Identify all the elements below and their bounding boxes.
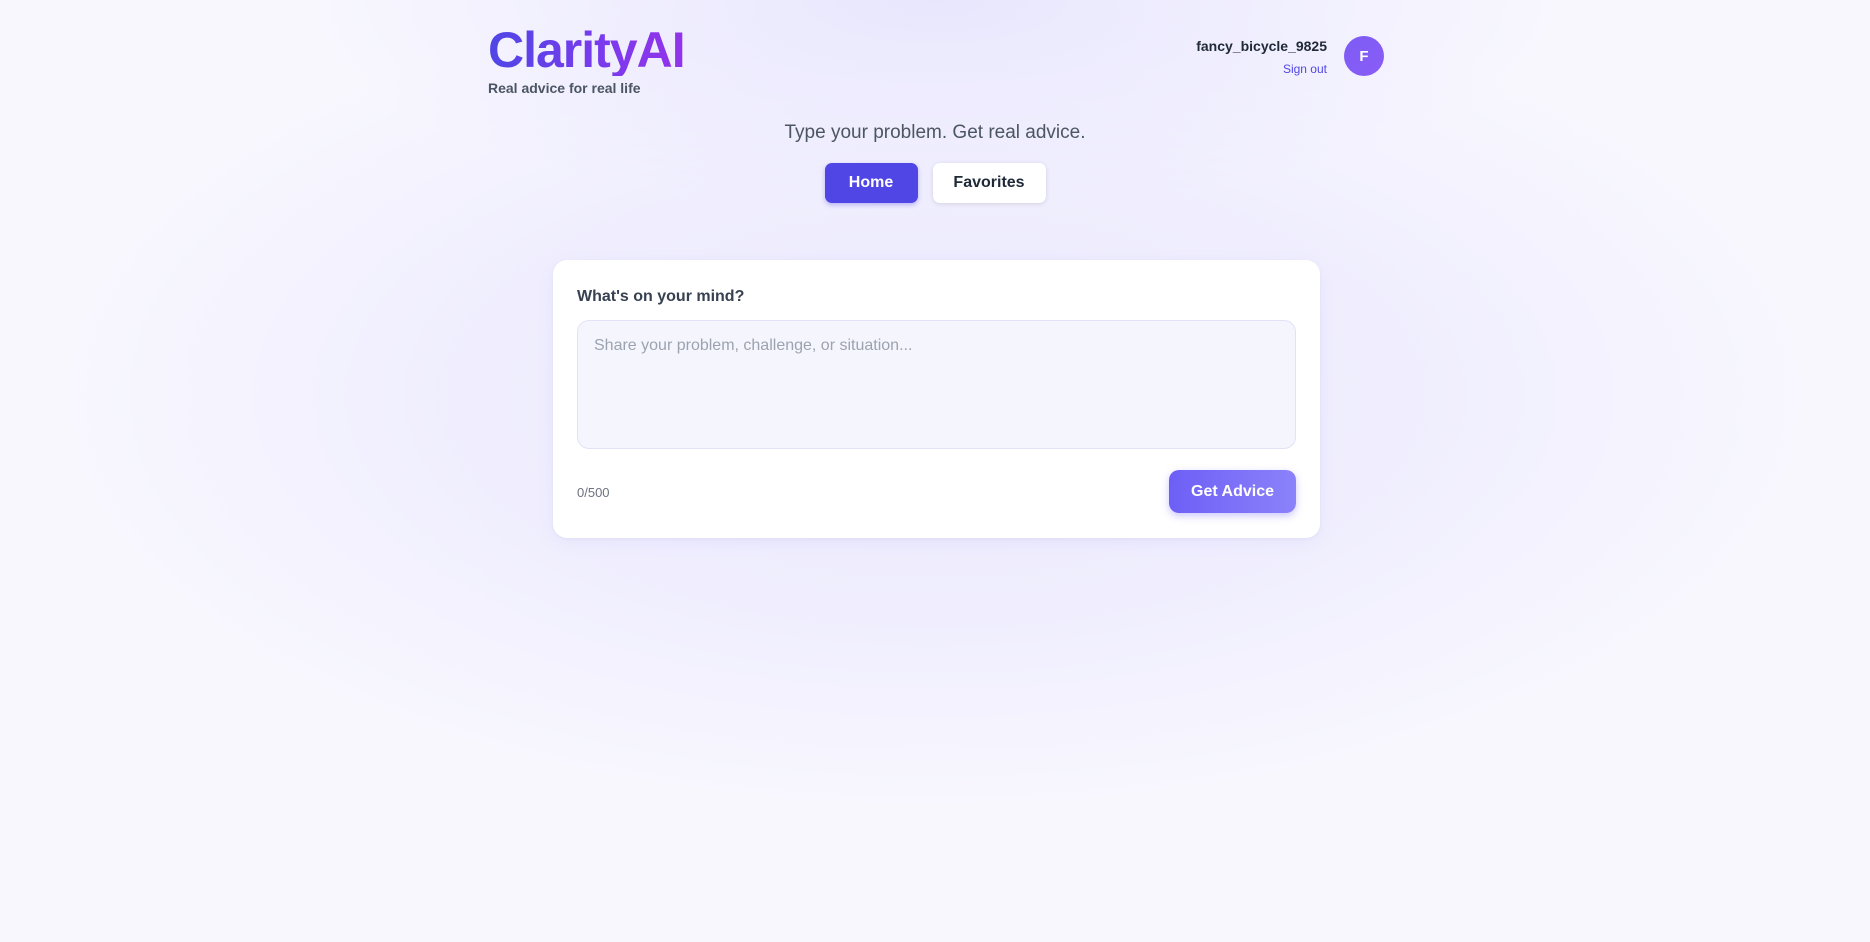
logo[interactable]: ClarityAI [488,24,686,76]
user-info: fancy_bicycle_9825 Sign out [1196,38,1327,76]
brand: ClarityAI Real advice for real life [488,24,686,96]
page-subtitle: Type your problem. Get real advice. [784,122,1086,143]
sign-out-link[interactable]: Sign out [1196,62,1327,76]
avatar[interactable]: F [1344,36,1384,76]
tab-home[interactable]: Home [824,163,918,203]
username: fancy_bicycle_9825 [1196,38,1327,54]
tab-favorites[interactable]: Favorites [932,163,1046,203]
problem-input[interactable] [577,320,1296,449]
app-header: ClarityAI Real advice for real life fanc… [0,0,1870,110]
user-menu: fancy_bicycle_9825 Sign out F [1196,36,1384,76]
get-advice-button[interactable]: Get Advice [1169,470,1296,513]
form-label: What's on your mind? [577,288,745,305]
main-nav: Home Favorites [0,163,1870,203]
character-counter: 0/500 [577,485,610,500]
advice-form-card: What's on your mind? 0/500 Get Advice [553,260,1320,538]
tagline: Real advice for real life [488,80,641,96]
